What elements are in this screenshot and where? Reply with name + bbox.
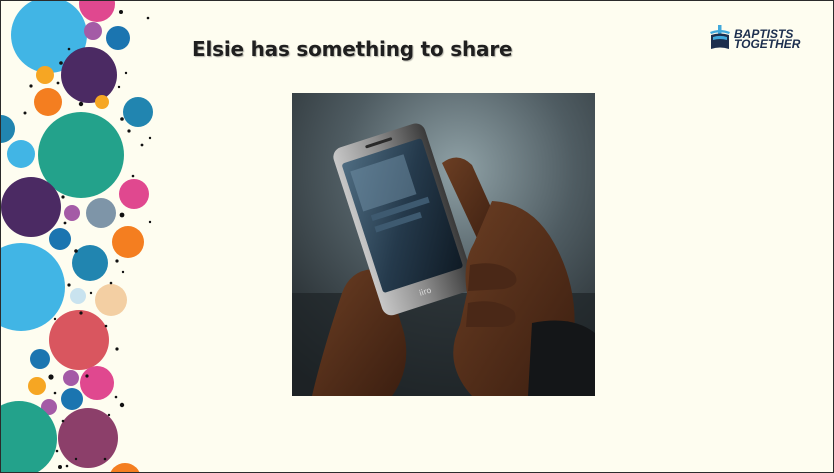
logo-line-2: TOGETHER xyxy=(734,37,801,51)
slide-title: Elsie has something to share xyxy=(192,37,513,61)
photo-hands-holding-smartphone: iiro xyxy=(292,93,595,396)
slide: Elsie has something to share BAPTISTS TO… xyxy=(0,0,834,473)
baptists-together-logo: BAPTISTS TOGETHER xyxy=(708,25,833,65)
decorative-dots xyxy=(1,1,153,472)
logo-mark-icon xyxy=(710,25,730,49)
logo-wordmark: BAPTISTS TOGETHER xyxy=(734,28,801,51)
